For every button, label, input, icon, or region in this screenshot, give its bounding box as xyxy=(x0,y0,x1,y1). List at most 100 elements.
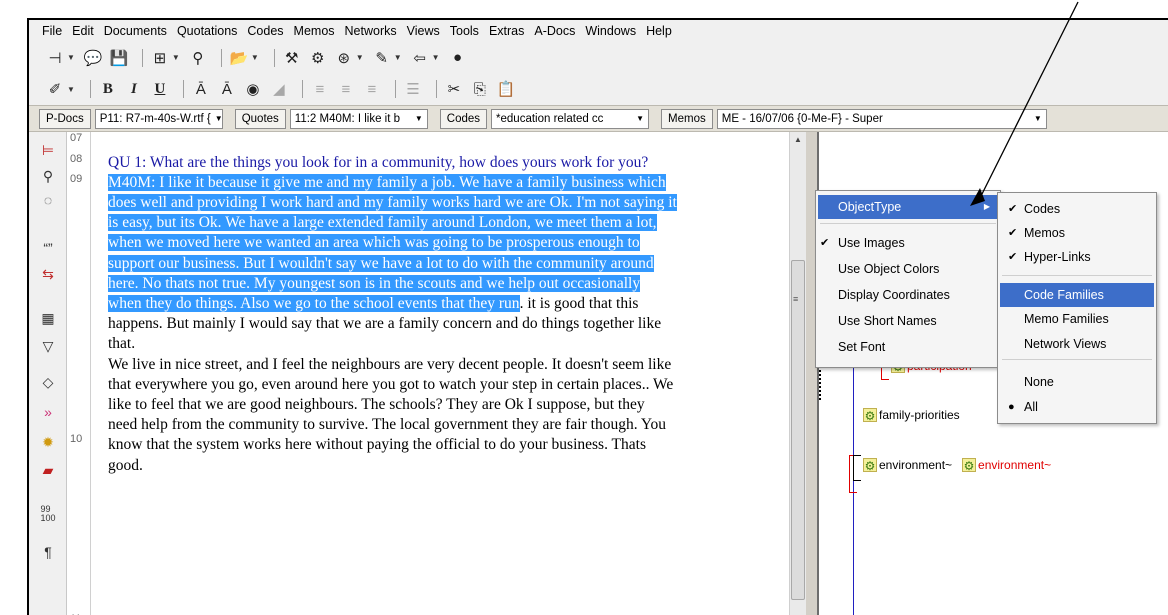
document-line: happens. But mainly I would say that we … xyxy=(108,314,661,334)
menu-edit[interactable]: Edit xyxy=(67,20,99,42)
code-tool-icon[interactable]: ⚙ xyxy=(308,48,328,68)
menu-help[interactable]: Help xyxy=(641,20,677,42)
code-star-icon[interactable]: ✹ xyxy=(38,432,58,452)
menu-a-docs[interactable]: A-Docs xyxy=(529,20,580,42)
menu-quotations[interactable]: Quotations xyxy=(172,20,242,42)
code-icon: ⚙ xyxy=(962,458,977,473)
new-quotation-icon[interactable]: ⊣ xyxy=(45,48,65,68)
highlight-icon[interactable]: Ā xyxy=(217,79,237,99)
document-line: that. xyxy=(108,334,135,354)
menu-file[interactable]: File xyxy=(37,20,67,42)
eraser-icon[interactable]: ◢ xyxy=(269,79,289,99)
align-right-icon[interactable]: ≡ xyxy=(362,79,382,99)
pdocs-dropdown[interactable]: P11: R7-m-40s-W.rtf {▼ xyxy=(94,108,223,129)
chevron-down-icon: ▼ xyxy=(1033,113,1042,123)
search-icon[interactable]: ⚲ xyxy=(38,166,58,186)
wrench-icon[interactable]: ✎ xyxy=(372,48,392,68)
align-left-icon[interactable]: ≡ xyxy=(310,79,330,99)
xml-export-icon[interactable]: ⊛ xyxy=(334,48,354,68)
bold-button[interactable]: B xyxy=(98,79,118,99)
context-menu-item[interactable]: Use Short Names xyxy=(818,309,998,333)
chevron-down-icon[interactable]: ▼ xyxy=(432,53,440,62)
binoculars-icon[interactable]: ⚲ xyxy=(188,48,208,68)
submenu-label: Code Families xyxy=(1024,288,1104,302)
open-folder-icon[interactable]: 📂 xyxy=(229,48,249,68)
bomb-icon[interactable]: ● xyxy=(448,48,468,68)
context-menu-label: Use Short Names xyxy=(838,314,937,328)
bullets-icon[interactable]: ☰ xyxy=(403,79,423,99)
codes-dropdown[interactable]: *education related cc ▼ xyxy=(491,108,650,129)
chevron-down-icon[interactable]: ▼ xyxy=(67,53,75,62)
back-arrow-icon[interactable]: ⇦ xyxy=(410,48,430,68)
family-priorities-code[interactable]: ⚙ family-priorities xyxy=(863,408,960,423)
text-color-icon[interactable]: Ā xyxy=(191,79,211,99)
document-text-area[interactable]: QU 1: What are the things you look for i… xyxy=(91,132,789,615)
document-line: like to feel that we are good neighbours… xyxy=(108,395,645,415)
network-icon[interactable]: ⊞ xyxy=(150,48,170,68)
submenu-item[interactable]: ● All xyxy=(1000,395,1154,419)
percentage-icon[interactable]: 99 100 xyxy=(38,504,58,524)
environment-code[interactable]: ⚙ environment~ ⚙ environment~ xyxy=(863,458,1051,473)
quotes-dropdown[interactable]: 11:2 M40M: I like it b ▼ xyxy=(289,108,428,129)
menu-networks[interactable]: Networks xyxy=(340,20,402,42)
code-in-vivo-icon[interactable]: ◇ xyxy=(38,372,58,392)
selected-text: support our business. But I wouldn't say… xyxy=(108,255,654,272)
menu-extras[interactable]: Extras xyxy=(484,20,529,42)
copy-icon[interactable]: ⎘ xyxy=(470,79,490,99)
menu-codes[interactable]: Codes xyxy=(242,20,288,42)
context-menu-item[interactable]: Set Font xyxy=(818,335,998,359)
chevron-down-icon[interactable]: ▼ xyxy=(356,53,364,62)
menu-memos[interactable]: Memos xyxy=(289,20,340,42)
paste-icon[interactable]: 📋 xyxy=(496,79,516,99)
cut-icon[interactable]: ✂ xyxy=(444,79,464,99)
menu-views[interactable]: Views xyxy=(402,20,445,42)
scrollbar-thumb[interactable] xyxy=(791,260,805,600)
code-filter-icon[interactable]: ▽ xyxy=(38,336,58,356)
submenu-item[interactable]: Memo Families xyxy=(1000,307,1154,331)
context-menu-item[interactable]: Use Object Colors xyxy=(818,257,998,281)
submenu-item[interactable]: ✔ Hyper-Links xyxy=(1000,245,1154,269)
code-forward-icon[interactable]: » xyxy=(38,402,58,422)
quotes-button[interactable]: Quotes xyxy=(234,108,286,129)
quotation-icon[interactable]: ⊨ xyxy=(38,140,58,160)
chevron-down-icon[interactable]: ▼ xyxy=(172,53,180,62)
save-icon[interactable]: 💾 xyxy=(109,48,129,68)
codes-value: *education related cc xyxy=(496,112,604,125)
pdocs-button[interactable]: P-Docs xyxy=(39,108,91,129)
menu-documents[interactable]: Documents xyxy=(99,20,172,42)
submenu-item[interactable]: Network Views xyxy=(1000,332,1154,356)
submenu-item[interactable]: ✔ Memos xyxy=(1000,221,1154,245)
memos-button[interactable]: Memos xyxy=(661,108,713,129)
menu-windows[interactable]: Windows xyxy=(580,20,641,42)
document-text: We live in nice street, and I feel the n… xyxy=(108,356,672,373)
comment-icon[interactable]: 💬 xyxy=(83,48,103,68)
chevron-down-icon[interactable]: ▼ xyxy=(394,53,402,62)
document-scrollbar[interactable]: ▲ ≡ xyxy=(789,132,806,615)
memo-icon[interactable]: ▰ xyxy=(38,460,58,480)
chevron-down-icon[interactable]: ▼ xyxy=(67,85,75,94)
codes-button[interactable]: Codes xyxy=(439,108,488,129)
context-menu-item[interactable]: Display Coordinates xyxy=(818,283,998,307)
comment-icon[interactable]: ◌ xyxy=(38,190,58,210)
submenu-label: Memo Families xyxy=(1024,312,1109,326)
selected-text: here. No thats not true. My youngest son… xyxy=(108,275,641,292)
submenu-item[interactable]: ✔ Codes xyxy=(1000,197,1154,221)
code-list-icon[interactable]: ▦ xyxy=(38,308,58,328)
context-menu-item[interactable]: ✔ Use Images xyxy=(818,231,998,255)
paragraph-icon[interactable]: ¶ xyxy=(38,542,58,562)
query-tool-icon[interactable]: ⚒ xyxy=(282,48,302,68)
memos-dropdown[interactable]: ME - 16/07/06 {0-Me-F} - Super ▼ xyxy=(716,108,1047,129)
menu-tools[interactable]: Tools xyxy=(445,20,484,42)
chevron-down-icon[interactable]: ▼ xyxy=(251,53,259,62)
link-arrows-icon[interactable]: ⇆ xyxy=(38,264,58,284)
scroll-up-icon[interactable]: ▲ xyxy=(790,132,806,148)
submenu-item[interactable]: None xyxy=(1000,370,1154,394)
circle-icon[interactable]: ◉ xyxy=(243,79,263,99)
context-menu-item[interactable]: ObjectType ▶ xyxy=(818,195,998,219)
italic-button[interactable]: I xyxy=(124,79,144,99)
align-center-icon[interactable]: ≡ xyxy=(336,79,356,99)
submenu-item[interactable]: Code Families xyxy=(1000,283,1154,307)
underline-button[interactable]: U xyxy=(150,79,170,99)
quote-marks-icon[interactable]: “” xyxy=(38,238,58,258)
pen-icon[interactable]: ✐ xyxy=(45,79,65,99)
